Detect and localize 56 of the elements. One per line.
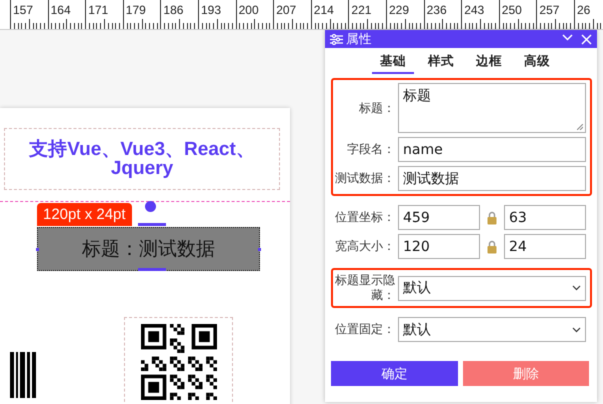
resize-handle[interactable] (138, 223, 166, 226)
ruler-label: 157 (13, 3, 34, 17)
ruler-label: 207 (276, 3, 296, 17)
qr-code-element[interactable] (124, 317, 233, 404)
ruler-label: 26 (577, 3, 590, 17)
ruler-label: 214 (314, 3, 334, 17)
close-icon[interactable] (581, 34, 592, 44)
title-text-element[interactable]: 标题：测试数据 (37, 227, 260, 271)
input-field[interactable]: 24 (504, 234, 586, 259)
ruler-label: 171 (88, 3, 108, 17)
ruler-label: 186 (163, 3, 184, 17)
resize-grip-icon[interactable] (577, 124, 583, 130)
ruler-label: 229 (389, 3, 410, 17)
panel-title: 属性 (346, 30, 373, 48)
collapse-icon[interactable] (562, 34, 573, 40)
ruler-label: 179 (126, 3, 146, 17)
lock-icon[interactable] (487, 240, 497, 254)
field-label: 标题： (358, 100, 395, 116)
ruler-label: 193 (201, 3, 222, 17)
input-field[interactable]: 459 (398, 205, 480, 230)
field-label: 标题显示隐藏： (334, 273, 395, 303)
input-field[interactable]: 63 (504, 205, 586, 230)
sliders-icon (330, 34, 343, 44)
text-element-label: 支持Vue、Vue3、React、Jquery (28, 140, 256, 178)
select-field[interactable]: 默认 (398, 276, 586, 300)
confirm-button[interactable]: 确定 (331, 361, 458, 386)
panel-tab[interactable]: 边框 (468, 53, 510, 74)
field-label: 宽高大小： (334, 239, 395, 254)
select-field[interactable]: 默认 (398, 317, 586, 342)
barcode-drawing[interactable] (10, 352, 38, 398)
input-field[interactable]: name (398, 137, 586, 162)
resize-handle[interactable] (36, 248, 39, 251)
field-label: 位置坐标： (334, 210, 395, 225)
ruler-label: 221 (351, 3, 372, 17)
chevron-down-icon (572, 285, 581, 291)
field-label: 测试数据： (334, 171, 395, 186)
panel-tab[interactable]: 样式 (420, 53, 462, 74)
ruler-label: 164 (50, 3, 71, 17)
chevron-down-icon (572, 326, 581, 332)
field-label: 位置固定： (334, 322, 395, 337)
lock-icon[interactable] (487, 210, 497, 224)
ruler-label: 250 (502, 3, 522, 17)
ruler-label: 243 (464, 3, 484, 17)
input-field[interactable]: 测试数据 (398, 166, 586, 191)
ruler-label: 257 (539, 3, 560, 17)
input-field[interactable]: 120 (398, 234, 480, 259)
size-badge: 120pt x 24pt (37, 203, 132, 226)
resize-handle[interactable] (258, 248, 261, 251)
panel-tab[interactable]: 基础 (372, 53, 414, 74)
panel-tab[interactable]: 高级 (516, 53, 558, 74)
ruler-label: 236 (426, 3, 447, 17)
ruler-label: 200 (238, 3, 259, 17)
field-label: 字段名： (346, 142, 395, 157)
textarea-field[interactable]: 标题 (398, 83, 586, 133)
text-element[interactable]: 支持Vue、Vue3、React、Jquery (4, 128, 280, 190)
resize-handle[interactable] (138, 268, 166, 271)
